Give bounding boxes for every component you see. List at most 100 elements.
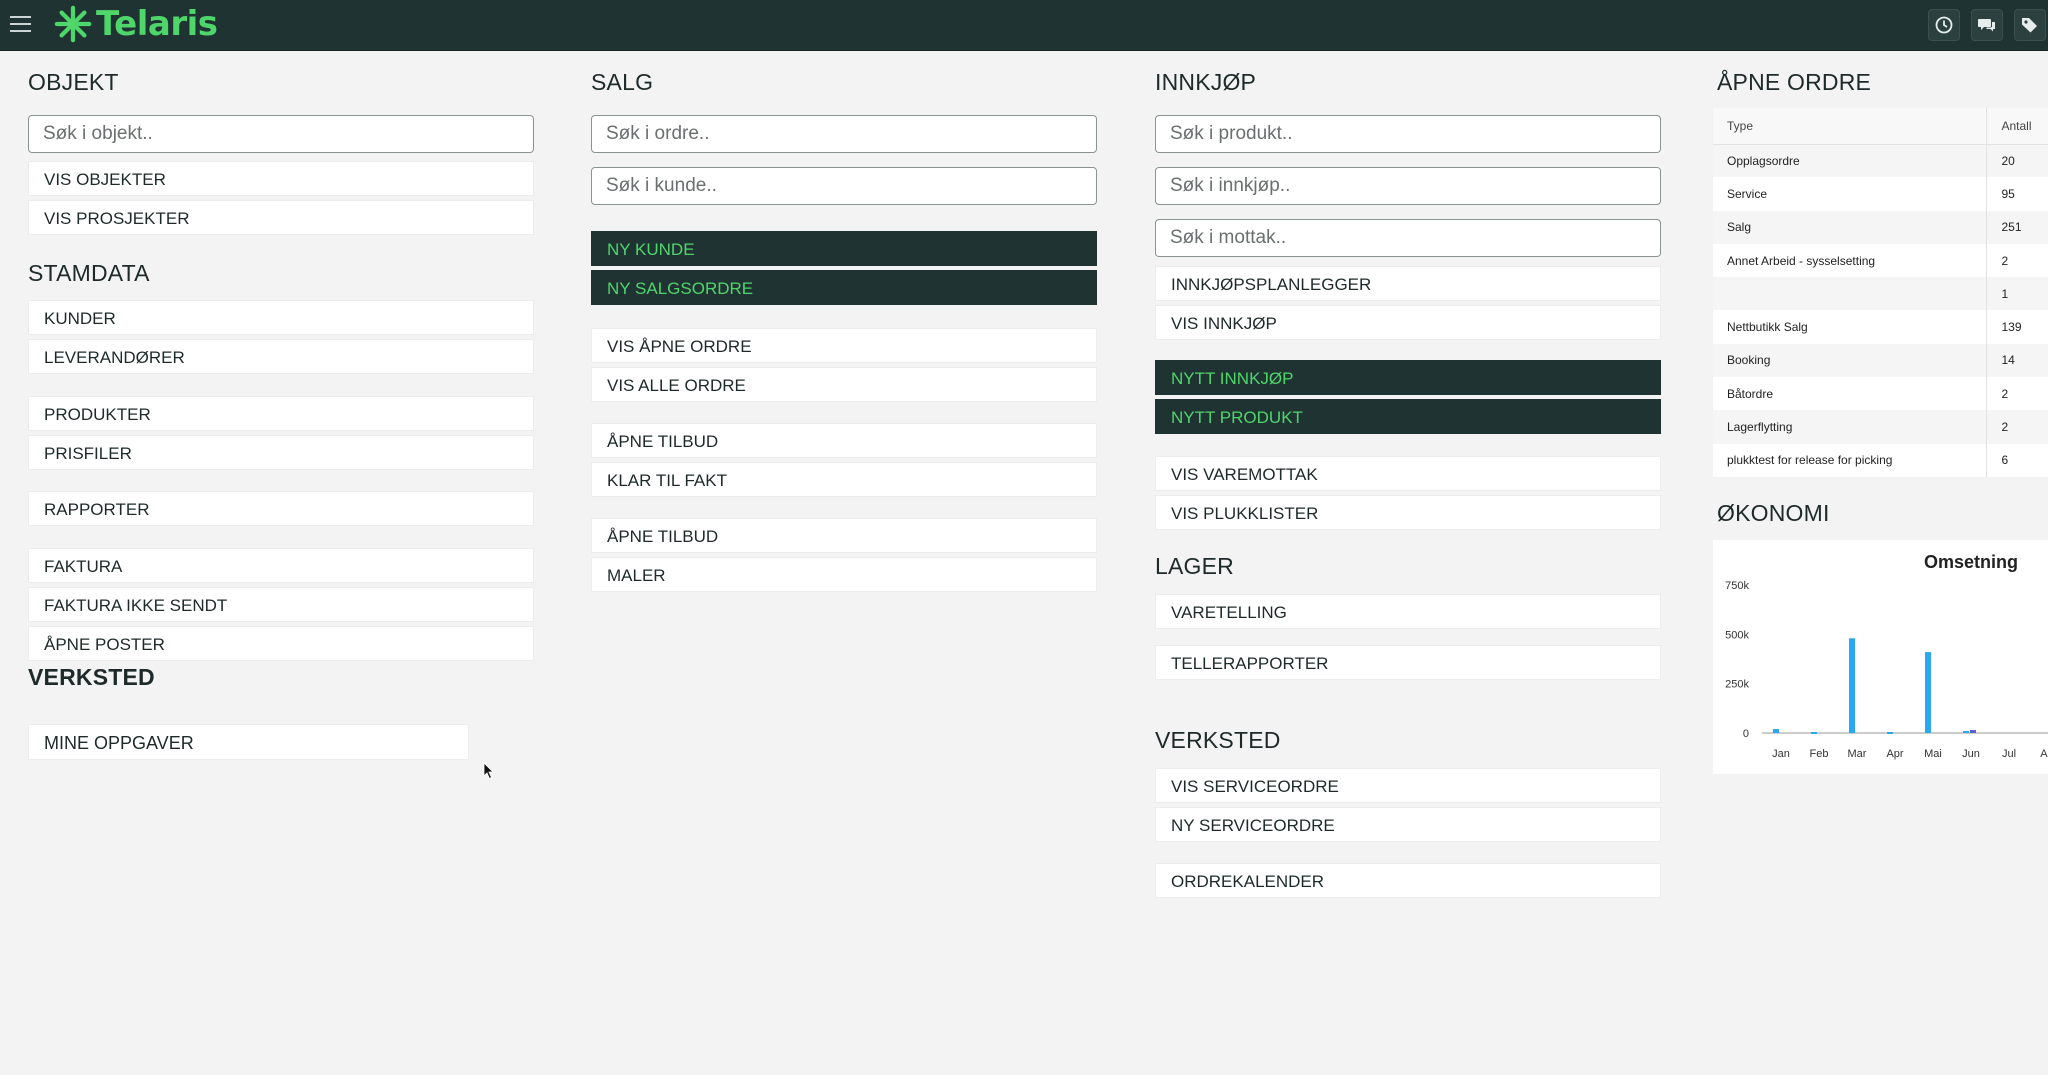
menu-item-prisfiler[interactable]: PRISFILER bbox=[28, 435, 534, 470]
menu-item-ordrekalender[interactable]: ORDREKALENDER bbox=[1155, 863, 1661, 898]
table-row[interactable]: Lagerflytting 2 bbox=[1713, 410, 2048, 444]
chart-bar bbox=[1925, 652, 1931, 733]
order-type-cell: Service bbox=[1713, 177, 1986, 211]
revenue-chart-panel: Omsetning 0 250k 500k 750k Jan Feb Mar Apr Mai Jun… bbox=[1713, 540, 2048, 774]
new-purchase-button[interactable]: NYTT INNKJØP bbox=[1155, 360, 1661, 395]
section-title-salg: SALG bbox=[591, 69, 654, 95]
menu-item-innkjopsplanlegger[interactable]: INNKJØPSPLANLEGGER bbox=[1155, 266, 1661, 301]
revenue-chart: Omsetning 0 250k 500k 750k Jan Feb Mar Apr Mai Jun… bbox=[1725, 552, 2048, 760]
object-search-input[interactable] bbox=[28, 115, 534, 153]
order-count-cell: 14 bbox=[1985, 343, 2048, 378]
menu-item-klar-til-fakt[interactable]: KLAR TIL FAKT bbox=[591, 462, 1097, 497]
chart-bar bbox=[1970, 730, 1976, 733]
column-header-antall[interactable]: Antall bbox=[1985, 108, 2048, 145]
section-title-verksted-left: VERKSTED bbox=[28, 664, 155, 690]
column-header-type[interactable]: Type bbox=[1713, 108, 1986, 145]
menu-item-varetelling[interactable]: VARETELLING bbox=[1155, 594, 1661, 629]
x-tick-label: Au bbox=[2040, 748, 2048, 760]
brand-logo[interactable]: Telaris bbox=[54, 3, 218, 45]
order-type-cell: Salg bbox=[1713, 210, 1986, 244]
clock-icon bbox=[1935, 16, 1953, 34]
new-customer-button[interactable]: NY KUNDE bbox=[591, 231, 1097, 266]
menu-item-vis-objekter[interactable]: VIS OBJEKTER bbox=[28, 161, 534, 196]
table-row[interactable]: Båtordre 2 bbox=[1713, 377, 2048, 411]
section-title-verksted-right: VERKSTED bbox=[1155, 727, 1281, 753]
order-count-cell: 1 bbox=[1985, 277, 2048, 311]
menu-item-rapporter[interactable]: RAPPORTER bbox=[28, 491, 534, 526]
table-row[interactable]: Salg 251 bbox=[1713, 210, 2048, 244]
table-header-row: Type Antall bbox=[1713, 108, 2048, 145]
menu-item-ny-serviceordre[interactable]: NY SERVICEORDRE bbox=[1155, 807, 1661, 842]
menu-item-vis-serviceordre[interactable]: VIS SERVICEORDRE bbox=[1155, 768, 1661, 803]
menu-item-apne-tilbud-2[interactable]: ÅPNE TILBUD bbox=[591, 518, 1097, 553]
table-row[interactable]: Service 95 bbox=[1713, 177, 2048, 211]
menu-item-leverandorer[interactable]: LEVERANDØRER bbox=[28, 339, 534, 374]
order-count-cell: 2 bbox=[1985, 377, 2048, 411]
menu-item-produkter[interactable]: PRODUKTER bbox=[28, 396, 534, 431]
chart-bar bbox=[1773, 729, 1779, 733]
order-count-cell: 20 bbox=[1985, 144, 2048, 178]
menu-item-vis-varemottak[interactable]: VIS VAREMOTTAK bbox=[1155, 456, 1661, 491]
menu-item-kunder[interactable]: KUNDER bbox=[28, 300, 534, 335]
order-count-cell: 95 bbox=[1985, 177, 2048, 211]
menu-item-maler[interactable]: MALER bbox=[591, 557, 1097, 592]
table-row[interactable]: Opplagsordre 20 bbox=[1713, 144, 2048, 178]
purchase-search-input[interactable] bbox=[1155, 167, 1661, 205]
top-bar: Telaris bbox=[0, 0, 2048, 51]
table-row[interactable]: 1 bbox=[1713, 277, 2048, 311]
order-count-cell: 251 bbox=[1985, 210, 2048, 244]
x-tick-label: Jan bbox=[1772, 748, 1790, 760]
menu-item-vis-plukklister[interactable]: VIS PLUKKLISTER bbox=[1155, 495, 1661, 530]
x-tick-label: Jun bbox=[1962, 748, 1980, 760]
menu-item-mine-oppgaver[interactable]: MINE OPPGAVER bbox=[28, 724, 469, 760]
table-row[interactable]: plukktest for release for picking 6 bbox=[1713, 443, 2048, 477]
x-tick-label: Jul bbox=[2002, 748, 2016, 760]
product-search-input[interactable] bbox=[1155, 115, 1661, 153]
menu-item-tellerapporter[interactable]: TELLERAPPORTER bbox=[1155, 645, 1661, 680]
menu-item-vis-alle-ordre[interactable]: VIS ALLE ORDRE bbox=[591, 367, 1097, 402]
order-type-cell: Booking bbox=[1713, 343, 1986, 378]
table-row[interactable]: Annet Arbeid - sysselsetting 2 bbox=[1713, 243, 2048, 278]
order-type-cell: Lagerflytting bbox=[1713, 410, 1986, 444]
section-title-innkjop: INNKJØP bbox=[1155, 69, 1257, 95]
order-count-cell: 2 bbox=[1985, 410, 2048, 444]
menu-item-vis-apne-ordre[interactable]: VIS ÅPNE ORDRE bbox=[591, 328, 1097, 363]
x-tick-label: Mar bbox=[1848, 748, 1867, 760]
chat-icon bbox=[1978, 19, 1995, 32]
order-type-cell: Opplagsordre bbox=[1713, 144, 1986, 178]
receipt-search-input[interactable] bbox=[1155, 219, 1661, 257]
menu-item-vis-innkjop[interactable]: VIS INNKJØP bbox=[1155, 305, 1661, 340]
menu-icon[interactable] bbox=[10, 16, 31, 32]
chart-bar bbox=[1811, 732, 1817, 735]
chart-bar bbox=[1963, 731, 1969, 734]
y-tick-label: 500k bbox=[1725, 629, 1749, 641]
section-title-lager: LAGER bbox=[1155, 553, 1234, 579]
y-tick-label: 0 bbox=[1743, 728, 1749, 740]
order-count-cell: 139 bbox=[1985, 310, 2048, 344]
menu-item-apne-tilbud[interactable]: ÅPNE TILBUD bbox=[591, 423, 1097, 458]
customer-search-input[interactable] bbox=[591, 167, 1097, 205]
history-button[interactable] bbox=[1928, 9, 1960, 41]
order-search-input[interactable] bbox=[591, 115, 1097, 153]
order-count-cell: 6 bbox=[1985, 443, 2048, 477]
x-tick-label: Mai bbox=[1924, 748, 1942, 760]
table-row[interactable]: Booking 14 bbox=[1713, 343, 2048, 378]
tags-button[interactable] bbox=[2014, 9, 2046, 41]
order-count-cell: 2 bbox=[1985, 243, 2048, 278]
open-orders-table: Type Antall Opplagsordre 20 Service 95 Salg 2… bbox=[1713, 108, 2048, 477]
chart-title: Omsetning bbox=[1924, 552, 2018, 572]
table-row[interactable]: Nettbutikk Salg 139 bbox=[1713, 310, 2048, 344]
menu-item-faktura[interactable]: FAKTURA bbox=[28, 548, 534, 583]
mouse-cursor-icon bbox=[483, 762, 494, 780]
section-title-stamdata: STAMDATA bbox=[28, 260, 150, 286]
chart-bar bbox=[1887, 732, 1893, 735]
new-product-button[interactable]: NYTT PRODUKT bbox=[1155, 399, 1661, 434]
menu-item-faktura-ikke-sendt[interactable]: FAKTURA IKKE SENDT bbox=[28, 587, 534, 622]
messages-button[interactable] bbox=[1971, 9, 2003, 41]
y-tick-label: 750k bbox=[1725, 580, 1749, 592]
menu-item-vis-prosjekter[interactable]: VIS PROSJEKTER bbox=[28, 200, 534, 235]
menu-item-apne-poster[interactable]: ÅPNE POSTER bbox=[28, 626, 534, 661]
tags-icon bbox=[2022, 18, 2037, 33]
x-tick-label: Feb bbox=[1810, 748, 1829, 760]
new-sales-order-button[interactable]: NY SALGSORDRE bbox=[591, 270, 1097, 305]
